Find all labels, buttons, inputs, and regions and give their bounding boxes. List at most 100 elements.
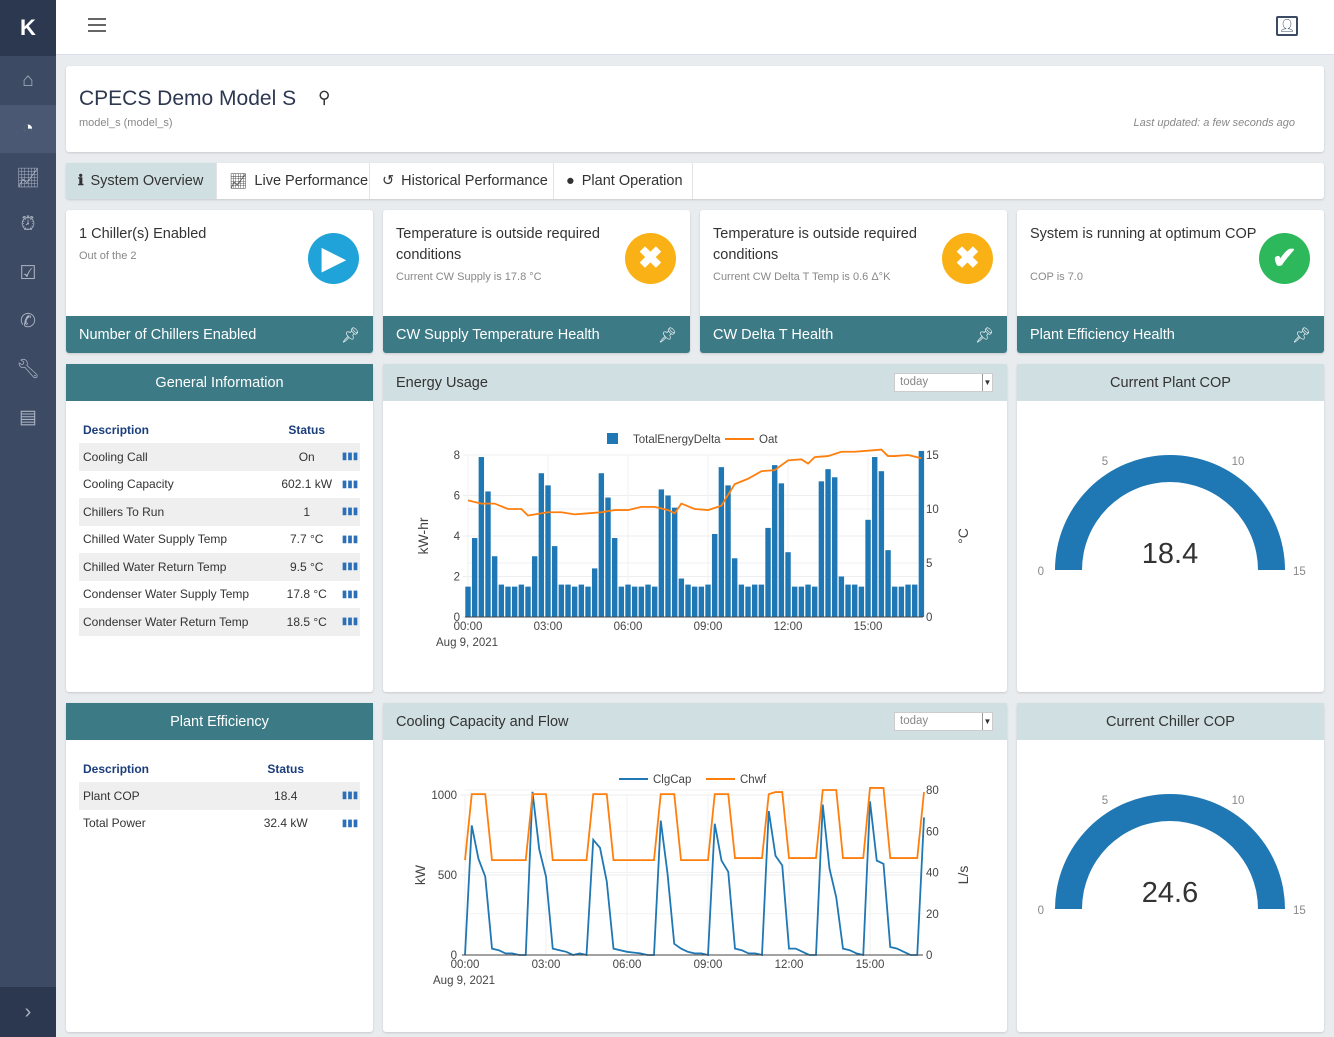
gauge-tick-label: 15 [1293,905,1306,917]
table-row: Chilled Water Return Temp 9.5 °C ▮▮▮ [79,553,360,581]
status-title: System is running at optimum COP [1030,226,1257,242]
bar-chart-icon[interactable]: ▮▮▮ [336,498,360,526]
table-row: Plant COP 18.4 ▮▮▮ [79,782,360,810]
status-footer: CW Supply Temperature Health 📌︎ [383,316,690,353]
bar-chart-icon[interactable]: ▮▮▮ [336,608,360,636]
bar [905,584,911,617]
bar [638,586,645,617]
search-icon[interactable]: ⚲ [318,88,330,108]
bar [772,465,778,617]
gauge-tick-label: 5 [1102,795,1108,807]
table-header: Description Status [79,755,360,782]
pin-icon[interactable]: 📌︎ [658,326,677,344]
bar [778,483,785,617]
bar [671,507,678,617]
chevron-right-icon[interactable]: › [0,987,56,1037]
status-cell: 32.4 kW [263,816,308,831]
date-label: Aug 9, 2021 [433,975,495,987]
bar [645,584,651,617]
checkbox-icon[interactable]: ☑ [0,249,56,297]
tab-live-performance[interactable]: 📈︎ Live Performance [217,163,370,199]
clock-icon: ● [566,173,575,189]
tab-system-overview[interactable]: ℹ System Overview [66,163,217,199]
table-row: Chillers To Run 1 ▮▮▮ [79,498,360,526]
topbar: 👤︎ [56,0,1334,55]
x-tick-label: 03:00 [534,621,563,633]
bar [738,584,745,617]
bar [538,473,545,617]
x-tick-label: 06:00 [613,959,642,971]
bar-chart-icon[interactable]: ▮▮▮ [336,443,360,471]
energy-usage-chart: 0246805101500:00 03:00 06:00 09:00 12:00 15:0… [415,433,971,649]
chiller-cop-panel: Current Chiller COP 0 5 10 15 24.6 [1017,703,1324,1032]
bar [651,586,658,617]
wrench-icon[interactable]: 🔧︎ [0,345,56,393]
bar [485,491,491,617]
bar [518,584,525,617]
bar [845,584,851,617]
table-row: Condenser Water Return Temp 18.5 °C ▮▮▮ [79,608,360,636]
bar [491,556,498,617]
bar-chart-icon[interactable]: ▮▮▮ [336,581,360,609]
alarm-clock-icon[interactable]: ⏰︎ [0,201,56,249]
general-information-table: Description Status Cooling Call On ▮▮▮ Coolin… [79,416,360,636]
bar [718,467,725,617]
home-icon[interactable]: ⌂ [0,57,56,105]
bar-chart-icon[interactable]: ▮▮▮ [336,782,360,810]
bar [478,457,485,617]
bar [711,533,718,617]
bar [792,586,798,617]
series-line-oat [467,448,922,517]
pin-icon[interactable]: 📌︎ [341,326,360,344]
bar [591,568,598,617]
gauge-tick-label: 0 [1038,905,1044,917]
y2-tick-label: 60 [926,826,939,838]
bar [898,586,905,617]
store-icon[interactable]: ▤ [0,393,56,441]
bar-chart-icon[interactable]: ▮▮▮ [336,471,360,499]
pin-icon[interactable]: 📌︎ [1292,326,1311,344]
bar-chart-icon[interactable]: ▮▮▮ [336,526,360,554]
x-tick-label: 00:00 [454,621,483,633]
hamburger-icon[interactable] [88,18,106,32]
status-detail: COP is 7.0 [1030,271,1083,283]
bar [611,538,618,617]
status-cell: 9.5 °C [273,553,336,581]
status-cell: 1 [273,498,336,526]
gauge-tick-label: 15 [1293,566,1306,578]
bar [531,556,538,617]
area-chart-icon: 📈︎ [229,173,248,190]
status-card: System is running at optimum COP COP is … [1017,210,1324,353]
date-label: Aug 9, 2021 [436,637,498,649]
bar-chart-icon[interactable]: ▮▮▮ [336,553,360,581]
x-icon: ✖ [942,233,993,284]
status-title: 1 Chiller(s) Enabled [79,226,207,242]
chart-line-icon[interactable]: 📈︎ [0,154,56,202]
description-cell: Cooling Call [79,443,274,471]
phone-icon[interactable]: ✆ [0,297,56,345]
logo[interactable]: K [0,0,56,56]
bar [758,584,765,617]
pin-icon[interactable]: 📌︎ [975,326,994,344]
chiller-cop-gauge: 0 5 10 15 24.6 [1038,794,1306,917]
bar [825,469,831,617]
legend-label: Oat [759,434,778,446]
bar [585,586,591,617]
legend-swatch [607,433,618,444]
tab-historical-performance[interactable]: ↺ Historical Performance [370,163,554,199]
bar [812,586,818,617]
y-tick-label: 1000 [431,790,457,802]
gauge-tick-label: 0 [1038,566,1044,578]
status-cell: 17.8 °C [286,587,327,602]
bar [471,538,478,617]
user-portrait-icon[interactable]: 👤︎ [1276,16,1298,36]
bar [918,450,925,617]
tab-plant-operation[interactable]: ● Plant Operation [554,163,693,199]
sidebar: K ⌂ ◔ 📈︎ ⏰︎ ☑ ✆ 🔧︎ ▤ › [0,0,56,1037]
dashboard-gauge-icon[interactable]: ◔ [0,105,56,153]
y-axis-label: kW [412,864,428,885]
x-tick-label: 00:00 [451,959,480,971]
panel-title: Plant Efficiency [66,703,373,740]
bar [598,473,605,617]
bar-chart-icon[interactable]: ▮▮▮ [336,810,360,838]
